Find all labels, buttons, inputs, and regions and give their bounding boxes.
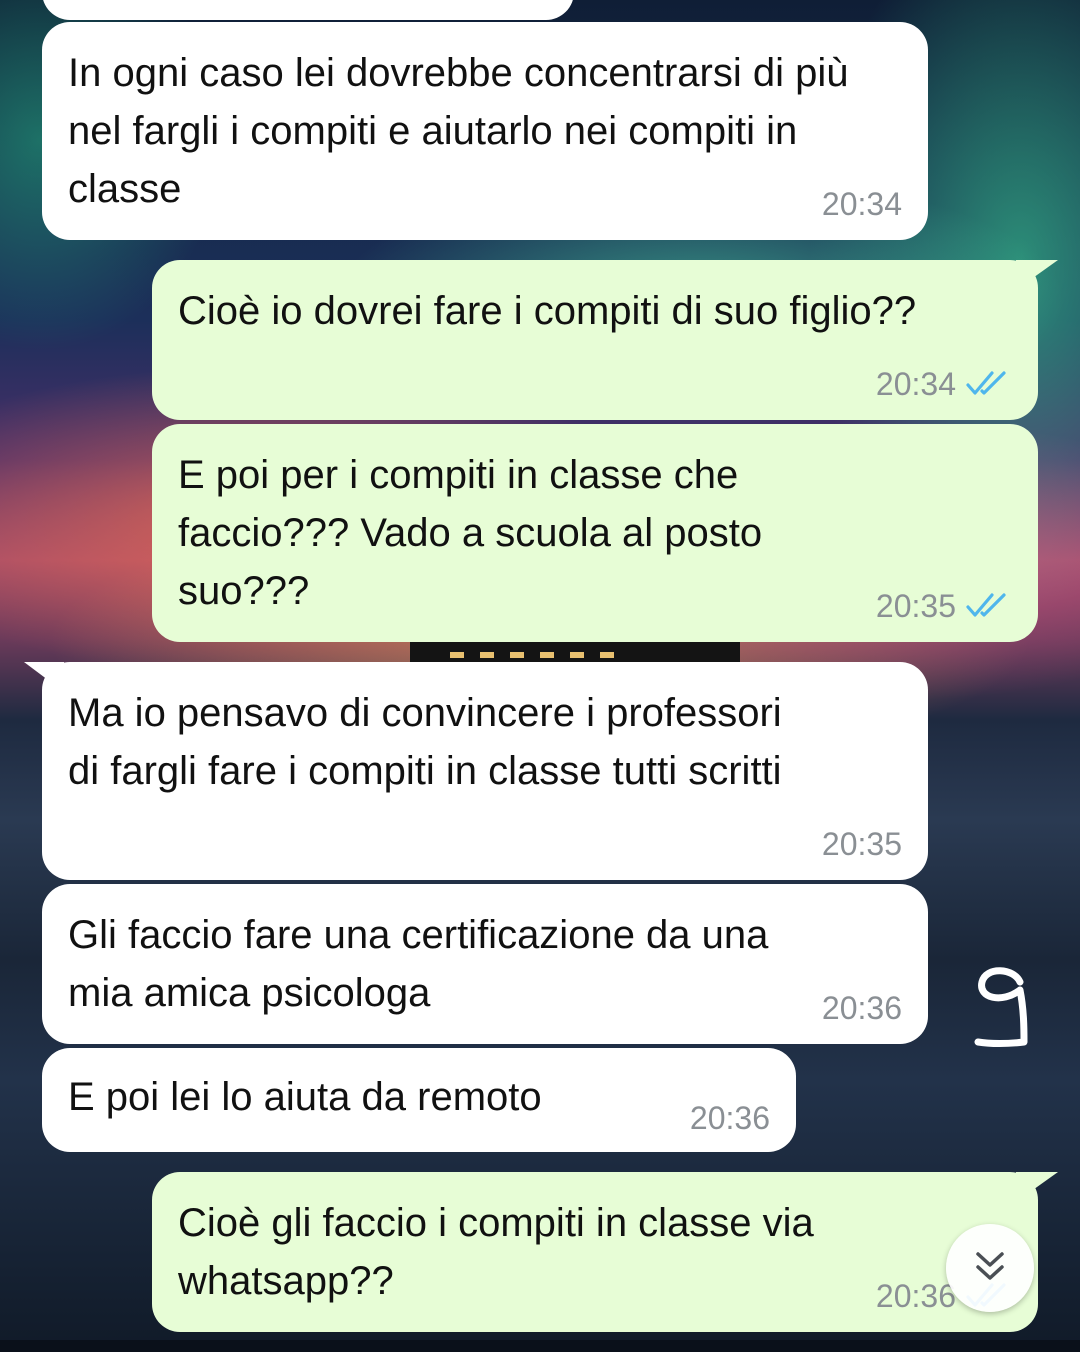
message-time: 20:36 [689, 1100, 770, 1136]
message-text: Ma io pensavo di convincere i professori… [68, 691, 782, 793]
message-bubble-outgoing[interactable]: Cioè io dovrei fare i compiti di suo fig… [152, 260, 1058, 420]
message-bubble-incoming[interactable]: Gli faccio fare una certificazione da un… [42, 884, 928, 1044]
handwritten-annotation [968, 960, 1038, 1065]
handwritten-nine [974, 967, 1028, 1047]
message-text: In ogni caso lei dovrebbe concentrarsi d… [68, 51, 849, 211]
bubble-tail [24, 662, 64, 692]
message-meta: 20:35 [876, 586, 1012, 626]
double-check-icon [964, 369, 1012, 399]
chat-messages[interactable]: In ogni caso lei dovrebbe concentrarsi d… [0, 0, 1080, 1352]
message-time: 20:36 [875, 1278, 956, 1314]
message-bubble-incoming[interactable]: Ma io pensavo di convincere i professori… [24, 662, 928, 880]
message-text: Gli faccio fare una certificazione da un… [68, 913, 769, 1015]
double-check-icon [964, 591, 1012, 621]
message-text: E poi lei lo aiuta da remoto [68, 1075, 542, 1119]
message-time: 20:34 [821, 186, 902, 222]
message-bubble-outgoing[interactable]: E poi per i compiti in classe che faccio… [152, 424, 1038, 642]
message-bubble-outgoing[interactable]: Cioè gli faccio i compiti in classe via … [152, 1172, 1058, 1332]
message-meta: 20:36 [690, 1098, 770, 1138]
bubble-tail [1016, 260, 1058, 290]
message-bubble-incoming[interactable]: E poi lei lo aiuta da remoto 20:36 [42, 1048, 796, 1152]
message-text: Cioè io dovrei fare i compiti di suo fig… [178, 289, 917, 333]
message-meta: 20:34 [822, 184, 902, 224]
scroll-to-bottom-button[interactable] [946, 1224, 1034, 1312]
message-meta: 20:34 [876, 364, 1012, 404]
message-time: 20:35 [875, 588, 956, 624]
previous-message-bubble[interactable] [42, 0, 574, 20]
message-text: E poi per i compiti in classe che faccio… [178, 453, 763, 613]
double-chevron-down-icon [970, 1246, 1010, 1291]
message-meta: 20:36 [822, 988, 902, 1028]
message-bubble-incoming[interactable]: In ogni caso lei dovrebbe concentrarsi d… [42, 22, 928, 240]
bubble-tail [1016, 1172, 1058, 1202]
message-time: 20:36 [821, 990, 902, 1026]
message-time: 20:35 [821, 826, 902, 862]
message-time: 20:34 [875, 366, 956, 402]
message-meta: 20:35 [822, 824, 902, 864]
bottom-edge [0, 1340, 1080, 1352]
